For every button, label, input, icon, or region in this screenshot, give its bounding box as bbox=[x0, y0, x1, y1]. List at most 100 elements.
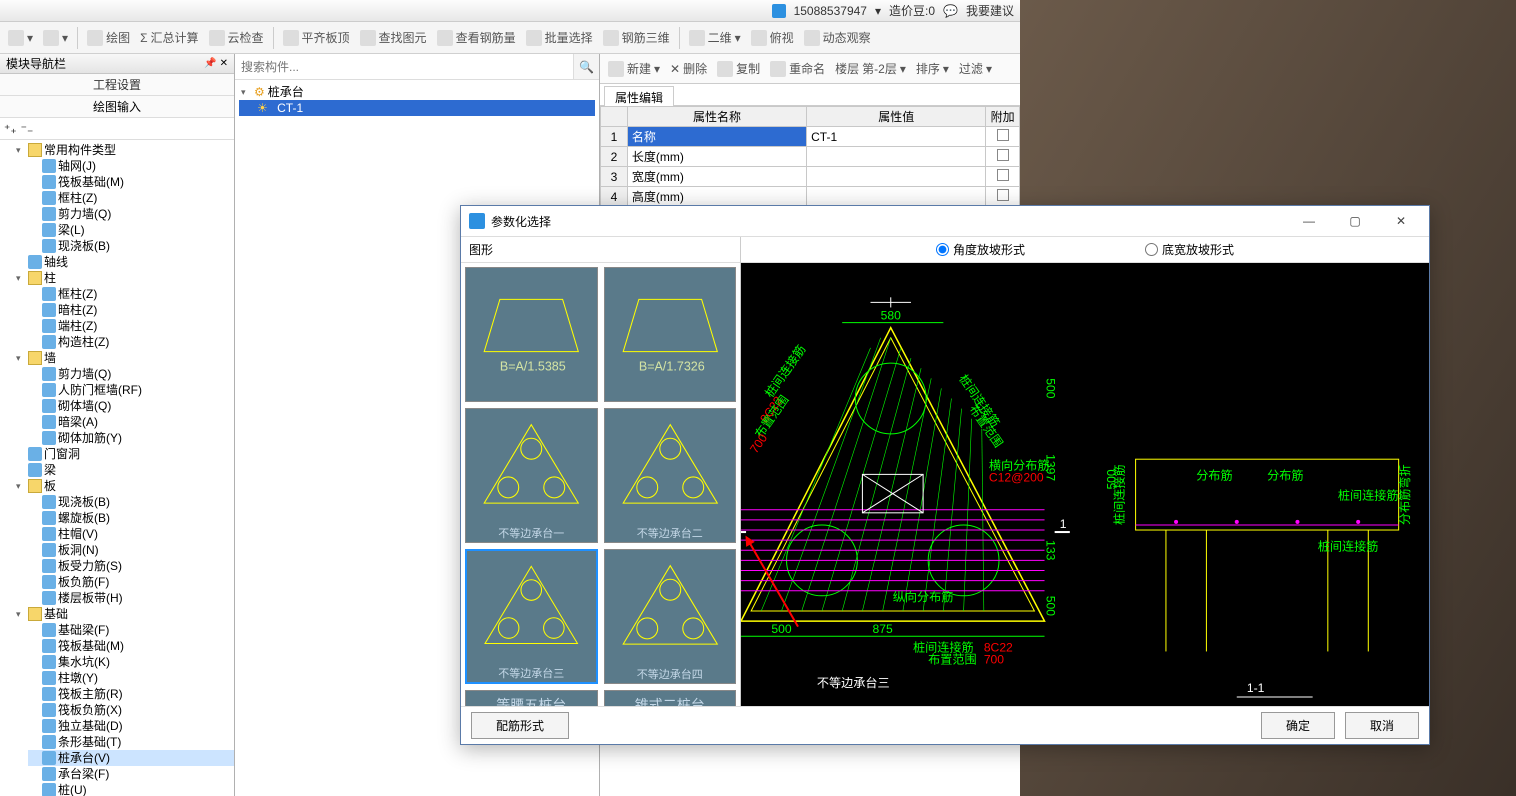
tree-item[interactable]: 剪力墙(Q) bbox=[28, 366, 234, 382]
tree-item[interactable]: 板洞(N) bbox=[28, 542, 234, 558]
tree-item[interactable]: 暗柱(Z) bbox=[28, 302, 234, 318]
tree-item[interactable]: 现浇板(B) bbox=[28, 238, 234, 254]
tree-item[interactable]: 门窗洞 bbox=[14, 446, 234, 462]
batch-select-button[interactable]: 批量选择 bbox=[522, 27, 597, 48]
tree-item[interactable]: 梁 bbox=[14, 462, 234, 478]
undo-button[interactable]: ▾ bbox=[4, 28, 37, 48]
svg-text:桩间连接筋: 桩间连接筋 bbox=[1338, 488, 1399, 503]
copy-button[interactable]: 复制 bbox=[713, 58, 764, 79]
view-rebar-button[interactable]: 查看钢筋量 bbox=[433, 27, 520, 48]
tree-item[interactable]: ▾墙 bbox=[14, 350, 234, 366]
tree-item[interactable]: ▾柱 bbox=[14, 270, 234, 286]
svg-text:875: 875 bbox=[873, 622, 893, 636]
delete-button[interactable]: ✕删除 bbox=[666, 58, 711, 79]
tree-item[interactable]: 筏板基础(M) bbox=[28, 638, 234, 654]
thumbnail[interactable]: 不等边承台二 bbox=[604, 408, 737, 543]
tree-item[interactable]: ▾板 bbox=[14, 478, 234, 494]
prop-tab[interactable]: 属性编辑 bbox=[600, 84, 1020, 106]
svg-text:不等边承台三: 不等边承台三 bbox=[817, 675, 890, 690]
flush-top-button[interactable]: 平齐板顶 bbox=[279, 27, 354, 48]
thumbnail[interactable]: 不等边承台四 bbox=[604, 549, 737, 684]
expand-icon[interactable]: ⁺₊ bbox=[4, 122, 17, 136]
svg-text:分布筋: 分布筋 bbox=[1267, 467, 1303, 482]
radio-width[interactable]: 底宽放坡形式 bbox=[1145, 241, 1234, 258]
tree-item[interactable]: 基础梁(F) bbox=[28, 622, 234, 638]
sort-button[interactable]: 排序▾ bbox=[912, 58, 953, 79]
thumbnail[interactable]: 等腰五桩台 bbox=[465, 690, 598, 706]
nav-proj-settings[interactable]: 工程设置 bbox=[0, 74, 234, 96]
tree-item[interactable]: 楼层板带(H) bbox=[28, 590, 234, 606]
cancel-button[interactable]: 取消 bbox=[1345, 712, 1419, 739]
thumbnail[interactable]: B=A/1.5385 bbox=[465, 267, 598, 402]
dynamic-view-button[interactable]: 动态观察 bbox=[800, 27, 875, 48]
thumbnail[interactable]: B=A/1.7326 bbox=[604, 267, 737, 402]
tree-item[interactable]: 暗梁(A) bbox=[28, 414, 234, 430]
dialog-title: 参数化选择 bbox=[491, 213, 551, 230]
redo-button[interactable]: ▾ bbox=[39, 28, 72, 48]
svg-text:500: 500 bbox=[771, 622, 791, 636]
tree-item[interactable]: 现浇板(B) bbox=[28, 494, 234, 510]
tree-item[interactable]: 筏板主筋(R) bbox=[28, 686, 234, 702]
tree-item[interactable]: 筏板负筋(X) bbox=[28, 702, 234, 718]
view-2d-button[interactable]: 二维▾ bbox=[685, 27, 745, 48]
parametric-dialog: 参数化选择 — ▢ ✕ 图形 B=A/1.5385B=A/1.7326不等边承台… bbox=[460, 205, 1430, 745]
thumbnail[interactable]: 不等边承台三 bbox=[465, 549, 598, 684]
search-button[interactable]: 🔍 bbox=[573, 54, 599, 79]
tree-item[interactable]: 柱帽(V) bbox=[28, 526, 234, 542]
tree-item[interactable]: 梁(L) bbox=[28, 222, 234, 238]
collapse-icon[interactable]: ⁻₋ bbox=[21, 122, 34, 136]
thumbnail-grid[interactable]: B=A/1.5385B=A/1.7326不等边承台一不等边承台二不等边承台三不等… bbox=[461, 263, 740, 706]
draw-button[interactable]: 绘图 bbox=[83, 27, 134, 48]
tree-item[interactable]: 轴线 bbox=[14, 254, 234, 270]
tree-item[interactable]: 独立基础(D) bbox=[28, 718, 234, 734]
filter-button[interactable]: 过滤▾ bbox=[955, 58, 996, 79]
tree-item[interactable]: 集水坑(K) bbox=[28, 654, 234, 670]
tree-item[interactable]: 条形基础(T) bbox=[28, 734, 234, 750]
tree-item[interactable]: 桩(U) bbox=[28, 782, 234, 796]
search-input[interactable] bbox=[235, 54, 573, 79]
suggest-link[interactable]: 我要建议 bbox=[966, 2, 1014, 19]
thumbnail[interactable]: 不等边承台一 bbox=[465, 408, 598, 543]
component-type-tree[interactable]: ▾常用构件类型轴网(J)筏板基础(M)框柱(Z)剪力墙(Q)梁(L)现浇板(B)… bbox=[0, 140, 234, 796]
preview-canvas[interactable]: 580 bbox=[741, 263, 1429, 706]
tree-item[interactable]: 砌体加筋(Y) bbox=[28, 430, 234, 446]
tree-item[interactable]: 剪力墙(Q) bbox=[28, 206, 234, 222]
tree-item[interactable]: 构造柱(Z) bbox=[28, 334, 234, 350]
nav-draw-input[interactable]: 绘图输入 bbox=[0, 96, 234, 118]
tree-item[interactable]: 人防门框墙(RF) bbox=[28, 382, 234, 398]
ok-button[interactable]: 确定 bbox=[1261, 712, 1335, 739]
tree-item[interactable]: ▾基础 bbox=[14, 606, 234, 622]
tree-item[interactable]: 桩承台(V) bbox=[28, 750, 234, 766]
tree-item[interactable]: 板受力筋(S) bbox=[28, 558, 234, 574]
thumbnail[interactable]: 锥式二桩台 bbox=[604, 690, 737, 706]
minimize-button[interactable]: — bbox=[1289, 209, 1329, 233]
svg-text:500: 500 bbox=[1044, 378, 1058, 398]
component-toolbar: 新建▾ ✕删除 复制 重命名 楼层 第-2层▾ 排序▾ 过滤▾ bbox=[600, 54, 1020, 84]
tree-item[interactable]: 砌体墙(Q) bbox=[28, 398, 234, 414]
tree-item[interactable]: 筏板基础(M) bbox=[28, 174, 234, 190]
close-button[interactable]: ✕ bbox=[1381, 209, 1421, 233]
rebar-3d-button[interactable]: 钢筋三维 bbox=[599, 27, 674, 48]
rename-button[interactable]: 重命名 bbox=[766, 58, 829, 79]
tree-item[interactable]: 螺旋板(B) bbox=[28, 510, 234, 526]
find-view-button[interactable]: 查找图元 bbox=[356, 27, 431, 48]
tree-item[interactable]: 框柱(Z) bbox=[28, 286, 234, 302]
svg-text:1: 1 bbox=[1060, 517, 1067, 531]
sum-button[interactable]: Σ 汇总计算 bbox=[136, 27, 202, 48]
tree-item[interactable]: 端柱(Z) bbox=[28, 318, 234, 334]
overlook-button[interactable]: 俯视 bbox=[747, 27, 798, 48]
tree-item[interactable]: 柱墩(Y) bbox=[28, 670, 234, 686]
tree-item[interactable]: 承台梁(F) bbox=[28, 766, 234, 782]
tree-item[interactable]: 框柱(Z) bbox=[28, 190, 234, 206]
floor-select[interactable]: 楼层 第-2层▾ bbox=[831, 58, 910, 79]
svg-text:C12@200: C12@200 bbox=[989, 470, 1044, 484]
maximize-button[interactable]: ▢ bbox=[1335, 209, 1375, 233]
tree-item[interactable]: 板负筋(F) bbox=[28, 574, 234, 590]
rebar-form-button[interactable]: 配筋形式 bbox=[471, 712, 569, 739]
pin-icon[interactable]: 📌 ✕ bbox=[204, 58, 228, 69]
radio-angle[interactable]: 角度放坡形式 bbox=[936, 241, 1025, 258]
cloud-check-button[interactable]: 云检查 bbox=[205, 27, 268, 48]
new-button[interactable]: 新建▾ bbox=[604, 58, 664, 79]
tree-item[interactable]: 轴网(J) bbox=[28, 158, 234, 174]
tree-item[interactable]: ▾常用构件类型 bbox=[14, 142, 234, 158]
